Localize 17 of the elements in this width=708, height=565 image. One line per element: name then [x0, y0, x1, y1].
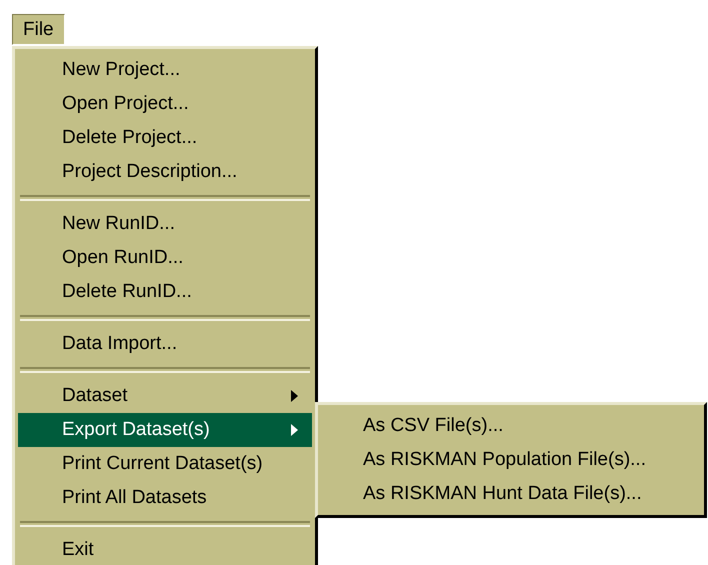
menu-item[interactable]: Open Project...: [18, 87, 312, 121]
menu-item[interactable]: New Project...: [18, 53, 312, 87]
menu-item[interactable]: As RISKMAN Hunt Data File(s)...: [321, 477, 701, 511]
menu-item[interactable]: Delete Project...: [18, 121, 312, 155]
menu-item[interactable]: Exit: [18, 533, 312, 565]
menu-item[interactable]: Open RunID...: [18, 241, 312, 275]
menu-item[interactable]: Print All Datasets: [18, 481, 312, 515]
menu-item[interactable]: Project Description...: [18, 155, 312, 189]
menu-item[interactable]: As RISKMAN Population File(s)...: [321, 443, 701, 477]
menu-item[interactable]: As CSV File(s)...: [321, 409, 701, 443]
menu-item[interactable]: Data Import...: [18, 327, 312, 361]
menu-item[interactable]: Dataset: [18, 379, 312, 413]
menu-item[interactable]: Print Current Dataset(s): [18, 447, 312, 481]
file-menu[interactable]: File: [12, 14, 65, 45]
menu-item[interactable]: Delete RunID...: [18, 275, 312, 309]
menu-item[interactable]: Export Dataset(s): [18, 413, 312, 447]
menu-item[interactable]: New RunID...: [18, 207, 312, 241]
